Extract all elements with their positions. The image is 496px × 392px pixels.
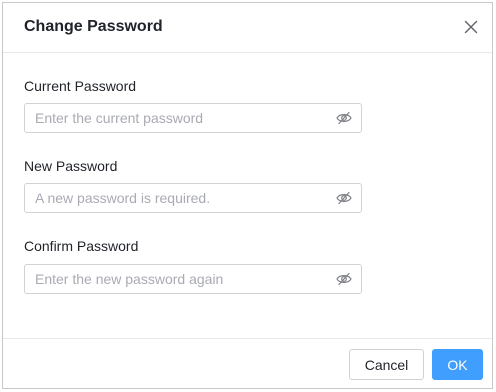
eye-hidden-icon[interactable]	[336, 111, 352, 125]
dialog-header: Change Password	[3, 3, 492, 53]
confirm-password-label: Confirm Password	[24, 238, 139, 254]
current-password-label: Current Password	[24, 78, 137, 94]
cancel-button[interactable]: Cancel	[349, 349, 424, 380]
eye-hidden-icon[interactable]	[336, 272, 352, 286]
new-password-label: New Password	[24, 158, 118, 174]
change-password-dialog: Change Password Current Password New Pas…	[2, 2, 493, 389]
close-icon	[464, 20, 478, 34]
eye-hidden-icon[interactable]	[336, 191, 352, 205]
new-password-field-wrapper	[24, 183, 362, 213]
dialog-title: Change Password	[24, 18, 163, 35]
dialog-footer: Cancel OK	[3, 338, 492, 388]
close-button[interactable]	[462, 18, 480, 36]
new-password-input[interactable]	[25, 184, 361, 212]
current-password-input[interactable]	[25, 104, 361, 132]
confirm-password-field-wrapper	[24, 264, 362, 294]
current-password-field-wrapper	[24, 103, 362, 133]
confirm-password-input[interactable]	[25, 265, 361, 293]
ok-button[interactable]: OK	[432, 349, 483, 380]
